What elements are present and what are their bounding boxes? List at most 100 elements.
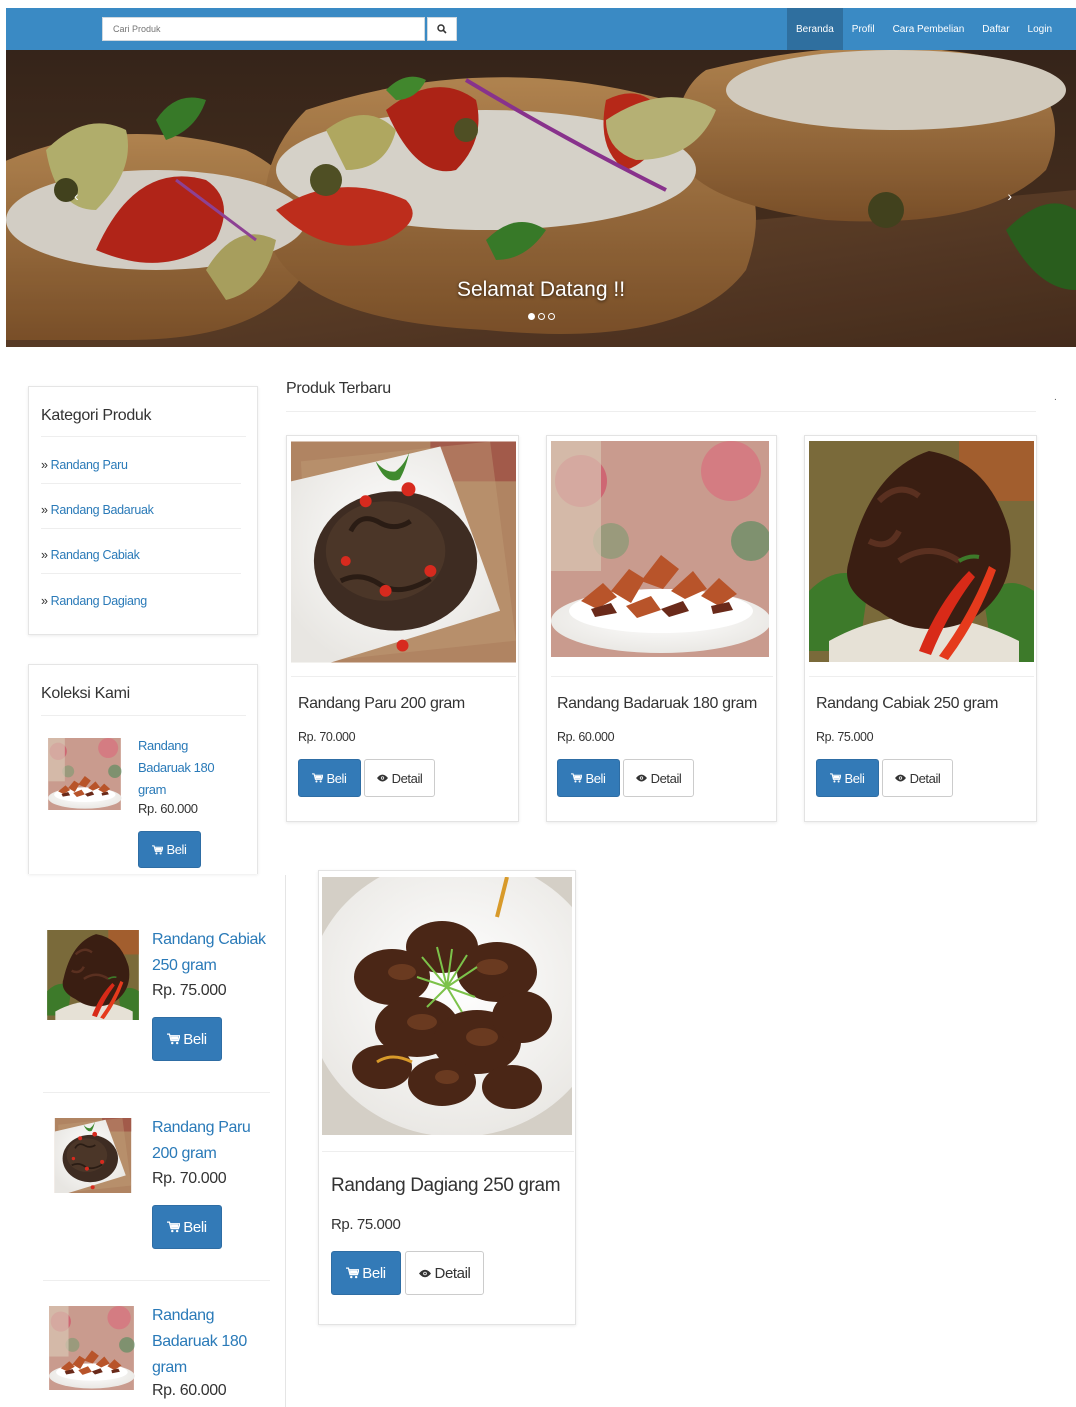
nav-cara-pembelian[interactable]: Cara Pembelian (884, 8, 974, 50)
search-icon (437, 24, 447, 34)
buy-button[interactable]: Beli (298, 759, 361, 797)
cart-icon (312, 773, 323, 783)
category-label: Randang Cabiak (50, 548, 140, 562)
divider (41, 715, 246, 716)
cart-icon (167, 1033, 180, 1045)
buy-label: Beli (183, 1218, 207, 1236)
buy-button[interactable]: Beli (152, 1205, 222, 1249)
product-card: Randang Cabiak 250 gram Rp. 75.000 Beli … (804, 435, 1037, 822)
detail-button[interactable]: Detail (623, 759, 694, 797)
product-price: Rp. 60.000 (557, 730, 615, 744)
nav-beranda[interactable]: Beranda (786, 8, 843, 50)
product-thumbnail[interactable] (43, 1306, 140, 1390)
product-name: Randang Cabiak 250 gram (816, 695, 999, 712)
product-thumbnail[interactable] (41, 738, 128, 810)
carousel-prev-button[interactable]: ‹ (74, 188, 79, 204)
collection-item-price: Rp. 60.000 (138, 801, 198, 816)
buy-button[interactable]: Beli (331, 1251, 401, 1295)
collection-item: Randang Badaruak 180 gram Rp. 60.000 (43, 1306, 273, 1406)
search-button[interactable] (427, 17, 457, 41)
product-image[interactable] (322, 877, 572, 1135)
hero-caption: Selamat Datang !! (456, 278, 626, 301)
hero-image (6, 50, 1076, 347)
collection-item: Randang Badaruak 180 gram Rp. 60.000 Bel… (41, 738, 251, 872)
cart-icon (830, 773, 841, 783)
buy-button[interactable]: Beli (138, 831, 201, 868)
detail-button[interactable]: Detail (364, 759, 435, 797)
carousel-dot[interactable] (527, 313, 535, 320)
divider (41, 436, 246, 437)
chevron-right-icon: » (41, 503, 48, 517)
product-price: Rp. 75.000 (331, 1216, 401, 1233)
chevron-right-icon: » (41, 594, 48, 608)
product-name: Randang Badaruak 180 gram (557, 695, 757, 712)
carousel-next-button[interactable]: › (1007, 188, 1012, 204)
collection-item-name[interactable]: Randang Badaruak 180 gram (138, 735, 228, 801)
buy-label: Beli (166, 842, 187, 857)
product-image[interactable] (291, 441, 516, 663)
category-label: Randang Badaruak (50, 503, 154, 517)
hero-carousel: ‹ › Selamat Datang !! (6, 50, 1076, 347)
search-field[interactable] (102, 17, 425, 41)
detail-label: Detail (650, 770, 682, 786)
eye-icon (419, 1269, 431, 1278)
collection-item-price: Rp. 75.000 (152, 982, 227, 999)
collection-item-name[interactable]: Randang Cabiak 250 gram (152, 927, 270, 979)
buy-label: Beli (362, 1264, 386, 1282)
divider (41, 573, 241, 574)
product-price: Rp. 75.000 (816, 730, 874, 744)
eye-icon (895, 774, 906, 782)
product-image[interactable] (551, 441, 769, 657)
search-input[interactable] (103, 18, 424, 40)
divider (291, 676, 516, 677)
nav-profil[interactable]: Profil (843, 8, 884, 50)
product-thumbnail[interactable] (43, 1118, 143, 1193)
carousel-dot[interactable] (537, 313, 545, 320)
detail-button[interactable]: Detail (405, 1251, 484, 1295)
chevron-right-icon: » (41, 458, 48, 472)
buy-button[interactable]: Beli (816, 759, 879, 797)
product-card: Randang Badaruak 180 gram Rp. 60.000 Bel… (546, 435, 777, 822)
nav-login[interactable]: Login (1019, 8, 1076, 50)
buy-label: Beli (844, 770, 865, 786)
cart-icon (346, 1267, 359, 1279)
eye-icon (636, 774, 647, 782)
detail-label: Detail (909, 770, 941, 786)
buy-label: Beli (326, 770, 347, 786)
collection-item-price: Rp. 70.000 (152, 1170, 227, 1187)
top-navbar: Beranda Profil Cara Pembelian Daftar Log… (6, 8, 1076, 50)
collection-item: Randang Paru 200 gram Rp. 70.000 Beli (43, 1118, 273, 1249)
product-thumbnail[interactable] (43, 930, 143, 1020)
divider (809, 676, 1034, 677)
cart-icon (571, 773, 582, 783)
product-price: Rp. 70.000 (298, 730, 356, 744)
category-label: Randang Dagiang (50, 594, 148, 608)
detail-label: Detail (434, 1264, 471, 1282)
buy-button[interactable]: Beli (557, 759, 620, 797)
divider (286, 411, 1036, 412)
nav-menu: Beranda Profil Cara Pembelian Daftar Log… (786, 8, 1076, 50)
carousel-dot[interactable] (547, 313, 555, 320)
product-card: Randang Dagiang 250 gram Rp. 75.000 Beli… (318, 870, 576, 1325)
collection-item-name[interactable]: Randang Paru 200 gram (152, 1115, 277, 1167)
buy-label: Beli (183, 1030, 207, 1048)
category-item-randang-dagiang[interactable]: » Randang Dagiang (41, 594, 147, 608)
detail-button[interactable]: Detail (882, 759, 953, 797)
category-item-randang-badaruak[interactable]: » Randang Badaruak (41, 503, 154, 517)
category-label: Randang Paru (50, 458, 128, 472)
detail-label: Detail (391, 770, 423, 786)
dot-mark: . (1054, 392, 1057, 403)
product-image[interactable] (809, 441, 1034, 662)
category-item-randang-paru[interactable]: » Randang Paru (41, 458, 128, 472)
product-name: Randang Dagiang 250 gram (331, 1175, 561, 1196)
category-title: Kategori Produk (41, 407, 152, 424)
buy-button[interactable]: Beli (152, 1017, 222, 1061)
nav-daftar[interactable]: Daftar (973, 8, 1018, 50)
product-name: Randang Paru 200 gram (298, 695, 465, 712)
eye-icon (377, 774, 388, 782)
category-item-randang-cabiak[interactable]: » Randang Cabiak (41, 548, 140, 562)
divider (322, 1151, 574, 1152)
collection-item: Randang Cabiak 250 gram Rp. 75.000 Beli (43, 927, 273, 1061)
divider (41, 483, 241, 484)
collection-item-name[interactable]: Randang Badaruak 180 gram (152, 1303, 252, 1381)
